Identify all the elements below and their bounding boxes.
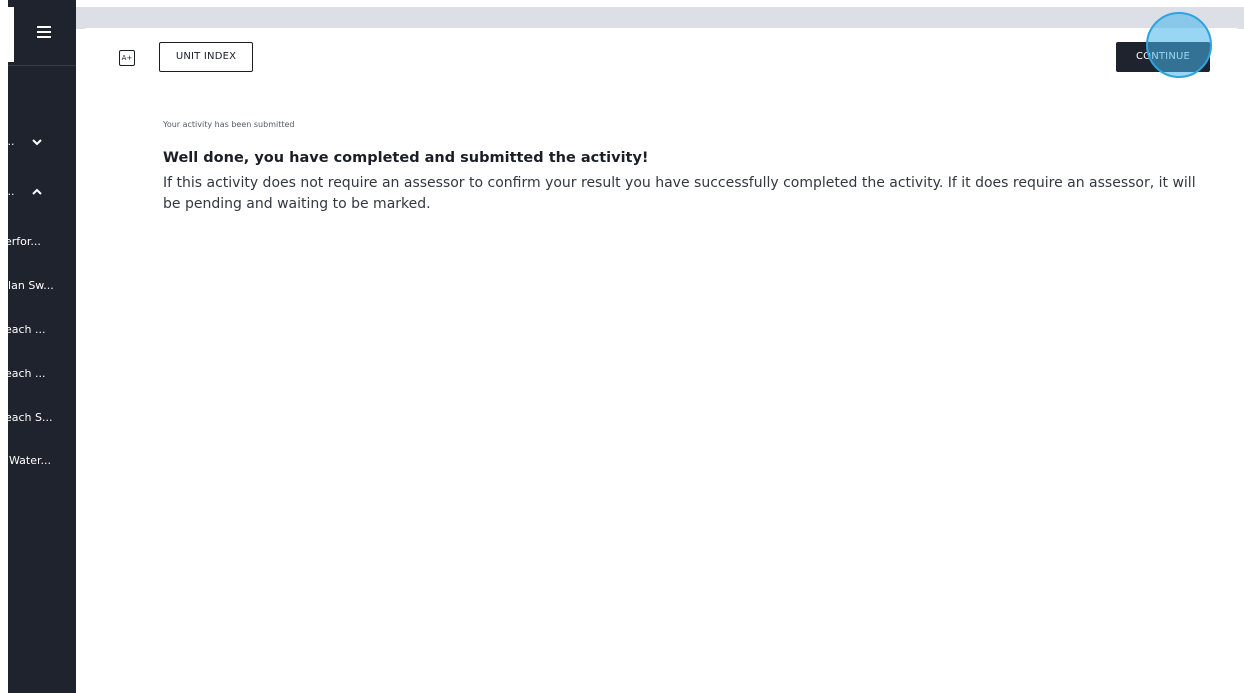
sidebar-item-label: each ... (8, 367, 46, 380)
sidebar-item-section-2[interactable]: ... (8, 180, 76, 204)
continue-button[interactable]: CONTINUE (1116, 42, 1210, 72)
completion-heading: Well done, you have completed and submit… (163, 150, 649, 166)
sidebar-item-activity-1[interactable]: erfor... (8, 230, 76, 254)
sidebar-item-activity-3[interactable]: each ... (8, 318, 76, 342)
left-edge (0, 0, 8, 693)
submission-status: Your activity has been submitted (163, 120, 295, 129)
sidebar-item-section-1[interactable]: ... (8, 130, 76, 154)
window-edge (0, 7, 14, 62)
sidebar-item-activity-5[interactable]: each S... (8, 406, 76, 430)
sidebar: ... ... erfor... llan Sw... each ... eac… (8, 0, 76, 693)
sidebar-item-label: ... (8, 135, 15, 148)
hamburger-menu-icon[interactable] (37, 26, 51, 38)
sidebar-item-label: each ... (8, 323, 46, 336)
sidebar-item-label: erfor... (8, 235, 41, 248)
sidebar-item-activity-4[interactable]: each ... (8, 362, 76, 386)
sidebar-item-label: each S... (8, 411, 53, 424)
sidebar-item-label: ... (8, 185, 15, 198)
completion-message: If this activity does not require an ass… (163, 175, 1196, 212)
unit-index-button[interactable]: UNIT INDEX (159, 42, 253, 72)
font-size-button[interactable]: A+ (119, 50, 135, 66)
sidebar-divider (8, 65, 76, 66)
top-bar (76, 7, 1244, 29)
sidebar-item-activity-2[interactable]: llan Sw... (8, 274, 76, 298)
chevron-down-icon (32, 139, 42, 146)
sidebar-item-label: Water... (9, 454, 51, 467)
top-margin (76, 0, 1244, 7)
sidebar-item-label: llan Sw... (8, 279, 54, 292)
chevron-up-icon (32, 188, 42, 195)
sidebar-item-activity-6[interactable]: Water... (8, 449, 76, 473)
